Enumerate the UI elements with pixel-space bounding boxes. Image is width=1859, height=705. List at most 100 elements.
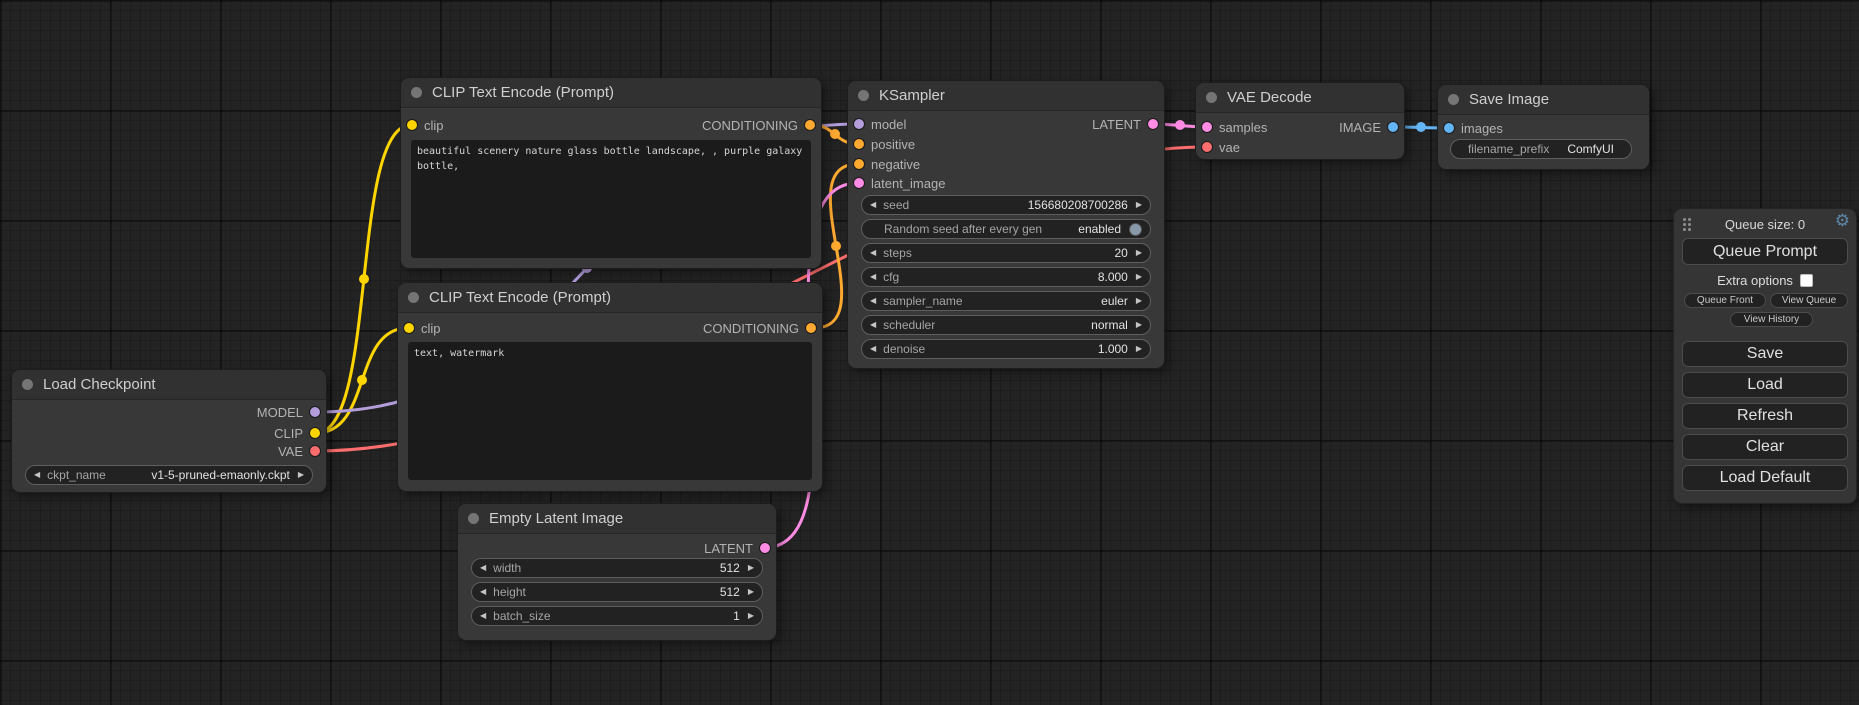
collapse-dot-icon[interactable] [408,292,419,303]
output-conditioning[interactable]: CONDITIONING [702,115,815,135]
extra-options-checkbox[interactable] [1800,274,1813,287]
model-port-icon[interactable] [310,407,320,417]
graph-canvas[interactable]: Load Checkpoint MODEL CLIP VAE ◀ ckpt_na… [0,0,1859,705]
input-samples[interactable]: samples [1202,117,1267,137]
node-title-bar[interactable]: CLIP Text Encode (Prompt) [401,78,821,108]
node-title-bar[interactable]: VAE Decode [1196,83,1404,113]
prompt-textarea[interactable]: text, watermark [408,342,812,480]
output-vae[interactable]: VAE [278,441,320,461]
clip-port-icon[interactable] [310,428,320,438]
height-widget[interactable]: ◀ height 512 ▶ [471,582,763,602]
gear-icon[interactable]: ⚙ [1835,212,1850,229]
node-save-image[interactable]: Save Image images filename_prefix ComfyU… [1438,85,1649,169]
collapse-dot-icon[interactable] [22,379,33,390]
decrement-arrow-icon[interactable]: ◀ [480,612,486,620]
decrement-arrow-icon[interactable]: ◀ [870,249,876,257]
increment-arrow-icon[interactable]: ▶ [298,471,304,479]
increment-arrow-icon[interactable]: ▶ [1136,297,1142,305]
filename-prefix-widget[interactable]: filename_prefix ComfyUI [1450,139,1632,159]
increment-arrow-icon[interactable]: ▶ [1136,201,1142,209]
increment-arrow-icon[interactable]: ▶ [1136,273,1142,281]
node-title-bar[interactable]: Empty Latent Image [458,504,776,534]
decrement-arrow-icon[interactable]: ◀ [870,201,876,209]
input-positive[interactable]: positive [854,134,915,154]
input-model[interactable]: model [854,114,906,134]
increment-arrow-icon[interactable]: ▶ [1136,345,1142,353]
decrement-arrow-icon[interactable]: ◀ [870,321,876,329]
output-clip[interactable]: CLIP [274,423,320,443]
collapse-dot-icon[interactable] [1206,92,1217,103]
output-latent[interactable]: LATENT [704,538,770,558]
conditioning-port-icon[interactable] [854,139,864,149]
prompt-textarea[interactable]: beautiful scenery nature glass bottle la… [411,140,811,258]
decrement-arrow-icon[interactable]: ◀ [870,273,876,281]
node-vae-decode[interactable]: VAE Decode samples vae IMAGE [1196,83,1404,159]
cfg-widget[interactable]: ◀ cfg 8.000 ▶ [861,267,1151,287]
conditioning-port-icon[interactable] [806,323,816,333]
collapse-dot-icon[interactable] [411,87,422,98]
save-button[interactable]: Save [1682,341,1848,367]
refresh-button[interactable]: Refresh [1682,403,1848,429]
node-clip-text-encode-negative[interactable]: CLIP Text Encode (Prompt) clip CONDITION… [398,283,822,491]
view-queue-button[interactable]: View Queue [1770,293,1848,308]
node-empty-latent-image[interactable]: Empty Latent Image LATENT ◀ width 512 ▶ … [458,504,776,640]
queue-prompt-button[interactable]: Queue Prompt [1682,238,1848,265]
increment-arrow-icon[interactable]: ▶ [748,564,754,572]
output-conditioning[interactable]: CONDITIONING [703,318,816,338]
increment-arrow-icon[interactable]: ▶ [1136,321,1142,329]
input-images[interactable]: images [1444,118,1503,138]
node-load-checkpoint[interactable]: Load Checkpoint MODEL CLIP VAE ◀ ckpt_na… [12,370,326,492]
vae-port-icon[interactable] [1202,142,1212,152]
scheduler-widget[interactable]: ◀ scheduler normal ▶ [861,315,1151,335]
decrement-arrow-icon[interactable]: ◀ [34,471,40,479]
steps-widget[interactable]: ◀ steps 20 ▶ [861,243,1151,263]
vae-port-icon[interactable] [310,446,320,456]
node-title-bar[interactable]: CLIP Text Encode (Prompt) [398,283,822,313]
input-latent-image[interactable]: latent_image [854,173,945,193]
node-title-bar[interactable]: Load Checkpoint [12,370,326,400]
input-vae[interactable]: vae [1202,137,1240,157]
collapse-dot-icon[interactable] [858,90,869,101]
node-clip-text-encode-positive[interactable]: CLIP Text Encode (Prompt) clip CONDITION… [401,78,821,268]
load-button[interactable]: Load [1682,372,1848,398]
node-ksampler[interactable]: KSampler model positive negative latent_… [848,81,1164,368]
ckpt-name-widget[interactable]: ◀ ckpt_name v1-5-pruned-emaonly.ckpt ▶ [25,465,313,485]
node-title-bar[interactable]: Save Image [1438,85,1649,115]
latent-port-icon[interactable] [760,543,770,553]
decrement-arrow-icon[interactable]: ◀ [870,345,876,353]
image-port-icon[interactable] [1444,123,1454,133]
clear-button[interactable]: Clear [1682,434,1848,460]
decrement-arrow-icon[interactable]: ◀ [870,297,876,305]
output-latent[interactable]: LATENT [1092,114,1158,134]
input-clip[interactable]: clip [407,115,444,135]
decrement-arrow-icon[interactable]: ◀ [480,588,486,596]
width-widget[interactable]: ◀ width 512 ▶ [471,558,763,578]
load-default-button[interactable]: Load Default [1682,465,1848,491]
seed-widget[interactable]: ◀ seed 156680208700286 ▶ [861,195,1151,215]
input-clip[interactable]: clip [404,318,441,338]
increment-arrow-icon[interactable]: ▶ [748,612,754,620]
batch-size-widget[interactable]: ◀ batch_size 1 ▶ [471,606,763,626]
conditioning-port-icon[interactable] [854,159,864,169]
latent-port-icon[interactable] [1148,119,1158,129]
model-port-icon[interactable] [854,119,864,129]
increment-arrow-icon[interactable]: ▶ [748,588,754,596]
random-seed-toggle-widget[interactable]: Random seed after every gen enabled [861,219,1151,239]
image-port-icon[interactable] [1388,122,1398,132]
collapse-dot-icon[interactable] [1448,94,1459,105]
view-history-button[interactable]: View History [1730,312,1813,327]
toggle-on-icon[interactable] [1129,223,1142,236]
latent-port-icon[interactable] [1202,122,1212,132]
collapse-dot-icon[interactable] [468,513,479,524]
node-title-bar[interactable]: KSampler [848,81,1164,111]
clip-port-icon[interactable] [404,323,414,333]
decrement-arrow-icon[interactable]: ◀ [480,564,486,572]
output-model[interactable]: MODEL [257,402,320,422]
denoise-widget[interactable]: ◀ denoise 1.000 ▶ [861,339,1151,359]
conditioning-port-icon[interactable] [805,120,815,130]
sampler-name-widget[interactable]: ◀ sampler_name euler ▶ [861,291,1151,311]
output-image[interactable]: IMAGE [1339,117,1398,137]
latent-port-icon[interactable] [854,178,864,188]
queue-panel[interactable]: Queue size: 0 ⚙ Queue Prompt Extra optio… [1674,209,1856,503]
clip-port-icon[interactable] [407,120,417,130]
